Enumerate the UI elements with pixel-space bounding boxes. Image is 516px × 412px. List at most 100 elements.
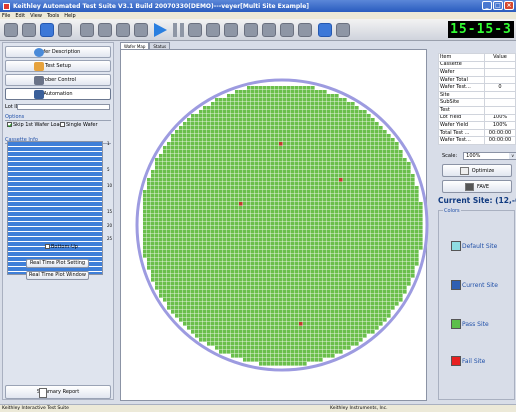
tool-icon[interactable] bbox=[298, 23, 312, 37]
menu-file[interactable]: File bbox=[2, 13, 10, 19]
cut-icon[interactable] bbox=[98, 23, 112, 37]
info-item-cell: Total Test ... bbox=[438, 128, 485, 138]
link-icon[interactable] bbox=[244, 23, 258, 37]
test-setup-icon bbox=[34, 62, 44, 71]
probe-icon[interactable] bbox=[80, 23, 94, 37]
cassette-slots[interactable] bbox=[7, 141, 103, 275]
slot-label: 25 bbox=[107, 236, 113, 241]
info-item-cell: Site bbox=[438, 90, 485, 100]
map-icon[interactable] bbox=[206, 23, 220, 37]
info-value-cell bbox=[484, 98, 516, 108]
legend-default-site: Default Site bbox=[451, 241, 497, 251]
chart-icon[interactable] bbox=[134, 23, 148, 37]
checkbox-icon bbox=[45, 244, 50, 249]
status-bar: Keithley Interactive Test Suite Keithley… bbox=[0, 404, 516, 412]
options-title: Options bbox=[5, 114, 111, 121]
current-site-swatch bbox=[451, 280, 461, 290]
help-icon[interactable] bbox=[318, 23, 332, 37]
slot-label: 5 bbox=[107, 167, 110, 172]
menu-view[interactable]: View bbox=[30, 13, 42, 19]
maximize-button[interactable]: □ bbox=[493, 1, 503, 10]
pause-icon[interactable] bbox=[172, 23, 186, 37]
info-item-cell: Item bbox=[438, 53, 485, 62]
info-value-cell: 0 bbox=[484, 83, 516, 92]
info-item-cell: Wafer Total bbox=[438, 75, 485, 85]
lot-id-input[interactable] bbox=[17, 104, 110, 110]
window-title: Keithley Automated Test Suite V3.1 Build… bbox=[13, 2, 310, 10]
automation-button[interactable]: Automation bbox=[5, 88, 111, 100]
colors-title: Colors bbox=[443, 208, 461, 214]
slot-label: 1 bbox=[107, 141, 110, 146]
plot-icon[interactable] bbox=[262, 23, 276, 37]
close-button[interactable]: × bbox=[504, 1, 514, 10]
info-value-cell: Value bbox=[484, 53, 516, 62]
run-icon[interactable] bbox=[154, 23, 167, 37]
setting-icon[interactable] bbox=[280, 23, 294, 37]
save-map-button[interactable]: FAVE bbox=[442, 180, 512, 193]
save-map-icon bbox=[464, 182, 474, 191]
prober-icon bbox=[34, 76, 44, 85]
report-icon[interactable] bbox=[224, 23, 238, 37]
slot-label: 15 bbox=[107, 209, 113, 214]
cassette-icon[interactable] bbox=[116, 23, 130, 37]
bottom-up-checkbox[interactable]: Bottom-Up bbox=[45, 244, 78, 250]
info-item-cell: Wafer Test... bbox=[438, 136, 485, 145]
clock-display: 15-15-3 bbox=[448, 21, 514, 38]
skip-first-wafer-checkbox[interactable]: Skip 1st Wafer Load bbox=[7, 122, 63, 128]
info-value-cell: 100% bbox=[484, 113, 516, 123]
real-time-plot-window-button[interactable]: Real Time Plot Window bbox=[26, 271, 89, 280]
menu-tools[interactable]: Tools bbox=[47, 13, 59, 19]
exit-icon[interactable] bbox=[336, 23, 350, 37]
legend-pass-site: Pass Site bbox=[451, 319, 489, 329]
report-icon bbox=[39, 388, 47, 398]
menu-edit[interactable]: Edit bbox=[15, 13, 25, 19]
single-wafer-checkbox[interactable]: Single Wafer bbox=[60, 122, 98, 128]
slot-label: 10 bbox=[107, 183, 113, 188]
legend-fail-site: Fail Site bbox=[451, 356, 485, 366]
info-item-cell: SubSite bbox=[438, 98, 485, 108]
current-site-label: Current Site: (12,-68) bbox=[438, 196, 516, 205]
info-value-cell bbox=[484, 106, 516, 115]
tab-status[interactable]: Status bbox=[149, 42, 171, 49]
info-item-cell: Test bbox=[438, 106, 485, 115]
prober-control-button[interactable]: Prober Control bbox=[5, 74, 111, 86]
tab-wafer-map[interactable]: Wafer Map bbox=[120, 42, 150, 49]
info-table-row: Test bbox=[438, 106, 516, 115]
checkbox-checked-icon bbox=[7, 122, 12, 127]
left-panel: Wafer Description Test Setup Prober Cont… bbox=[2, 42, 114, 400]
wafer-description-button[interactable]: Wafer Description bbox=[5, 46, 111, 58]
info-table: Item Value Cassette Wafer Wafer Total Wafer T… bbox=[438, 53, 516, 145]
save-icon[interactable] bbox=[40, 23, 54, 37]
info-table-header: Item Value bbox=[438, 53, 516, 62]
wafer-map[interactable] bbox=[134, 50, 430, 400]
info-table-row: Cassette bbox=[438, 60, 516, 70]
menu-bar: File Edit View Tools Help bbox=[0, 12, 516, 19]
info-item-cell: Lot Yield bbox=[438, 113, 485, 123]
menu-help[interactable]: Help bbox=[64, 13, 75, 19]
scale-select[interactable]: 100% bbox=[463, 152, 516, 160]
optimize-icon bbox=[459, 166, 469, 175]
info-item-cell: Wafer Test... bbox=[438, 83, 485, 92]
checkbox-icon bbox=[60, 122, 65, 127]
print-icon[interactable] bbox=[58, 23, 72, 37]
title-bar: Keithley Automated Test Suite V3.1 Build… bbox=[0, 0, 516, 12]
map-tabs: Wafer Map Status bbox=[120, 42, 171, 49]
stop-icon[interactable] bbox=[188, 23, 202, 37]
info-value-cell bbox=[484, 75, 516, 85]
test-setup-button[interactable]: Test Setup bbox=[5, 60, 111, 72]
info-table-row: Site bbox=[438, 90, 516, 100]
app-icon bbox=[3, 2, 10, 10]
info-table-row: Wafer Test... 00:00:00 bbox=[438, 136, 516, 145]
info-item-cell: Cassette bbox=[438, 60, 485, 70]
open-icon[interactable] bbox=[22, 23, 36, 37]
optimize-button[interactable]: Optimize bbox=[442, 164, 512, 177]
real-time-plot-setting-button[interactable]: Real Time Plot Setting bbox=[26, 259, 89, 268]
minimize-button[interactable]: _ bbox=[482, 1, 492, 10]
summary-report-button[interactable]: Summary Report bbox=[5, 385, 111, 399]
info-value-cell bbox=[484, 60, 516, 70]
slot-label: 20 bbox=[107, 223, 113, 228]
connect-icon[interactable] bbox=[4, 23, 18, 37]
info-value-cell: 00:00:00 bbox=[484, 128, 516, 138]
colors-legend: Colors Default Site Current Site Pass Si… bbox=[438, 208, 515, 400]
fail-site-swatch bbox=[451, 356, 461, 366]
